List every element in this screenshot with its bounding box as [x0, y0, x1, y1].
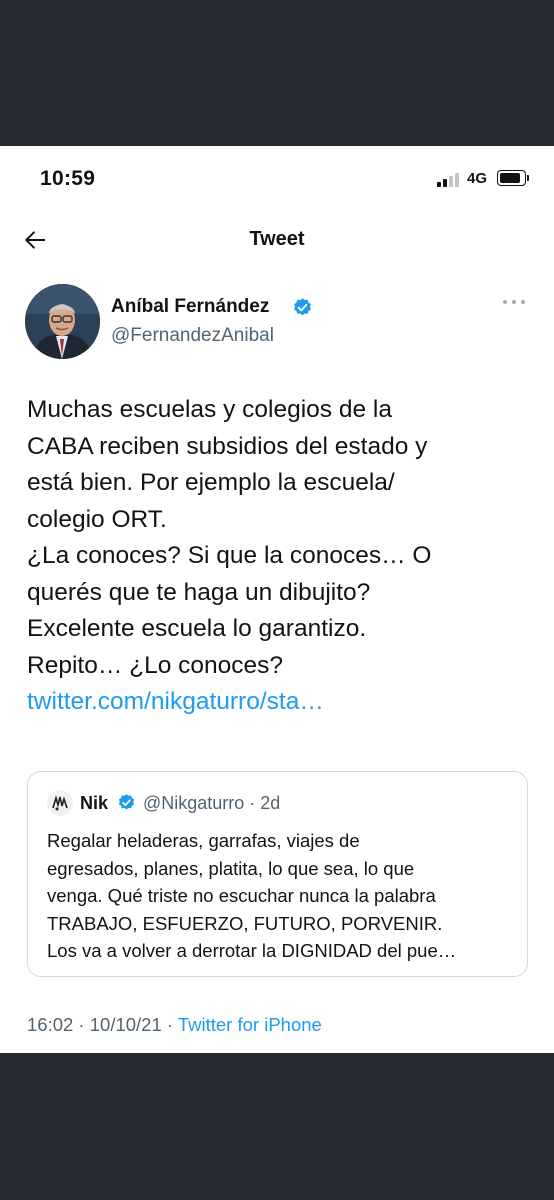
quote-avatar[interactable]	[47, 790, 73, 816]
tweet-line: Excelente escuela lo garantizo.	[27, 615, 367, 642]
tweet-line: ¿La conoces? Si que la conoces… O	[27, 542, 432, 569]
tweet-line: querés que te haga un dibujito?	[27, 578, 371, 606]
quote-handle-time: @Nikgaturro · 2d	[143, 793, 281, 813]
tweet-line: Repito… ¿Lo conoces?	[27, 651, 284, 679]
nav-header: Tweet	[0, 212, 554, 268]
tweet-body: Muchas escuelas y colegios de la CABA re…	[27, 392, 537, 721]
tweet-line: colegio ORT.	[27, 505, 167, 533]
quote-line: egresados, planes, platita, lo que sea, …	[47, 857, 415, 879]
tweet-line: está bien. Por ejemplo la escuela/	[27, 469, 395, 496]
phone-screen: 10:59 4G Tweet Aníbal Fernández @Fernand…	[0, 146, 554, 1053]
quoted-tweet[interactable]: Nik @Nikgaturro · 2d Regalar heladeras, …	[27, 771, 528, 977]
author-handle[interactable]: @FernandezAnibal	[111, 325, 274, 347]
status-bar: 10:59 4G	[0, 146, 554, 212]
quote-line: venga. Qué triste no escuchar nunca la p…	[47, 885, 436, 906]
letterbox-top	[0, 0, 554, 146]
more-options-icon[interactable]	[503, 297, 527, 307]
network-type: 4G	[467, 170, 488, 187]
verified-badge-icon	[118, 794, 135, 810]
author-name[interactable]: Aníbal Fernández	[111, 296, 269, 318]
quote-author-name[interactable]: Nik	[80, 793, 108, 814]
letterbox-bottom	[0, 1053, 554, 1200]
quote-line: TRABAJO, ESFUERZO, FUTURO, PORVENIR.	[47, 912, 443, 934]
tweet-meta: 16:02 · 10/10/21 · Twitter for iPhone	[27, 1014, 322, 1036]
tweet-line: CABA reciben subsidios del estado y	[27, 432, 428, 460]
tweet-source-link[interactable]: Twitter for iPhone	[178, 1014, 322, 1035]
tweet-author: Aníbal Fernández @FernandezAnibal	[0, 284, 554, 364]
cellular-signal-icon	[437, 173, 461, 187]
quote-body: Regalar heladeras, garrafas, viajes de e…	[47, 827, 517, 965]
status-time: 10:59	[40, 167, 96, 190]
tweet-timestamp: 16:02 · 10/10/21 ·	[27, 1014, 178, 1035]
quote-line: Regalar heladeras, garrafas, viajes de	[47, 830, 360, 851]
page-title: Tweet	[249, 228, 305, 250]
avatar[interactable]	[25, 284, 100, 359]
verified-badge-icon	[294, 298, 311, 316]
quote-line: Los va a volver a derrotar la DIGNIDAD d…	[47, 940, 457, 961]
battery-icon	[497, 170, 526, 186]
tweet-line: Muchas escuelas y colegios de la	[27, 396, 392, 423]
battery-cap	[527, 175, 529, 181]
tweet-link[interactable]: twitter.com/nikgaturro/sta…	[27, 684, 537, 721]
